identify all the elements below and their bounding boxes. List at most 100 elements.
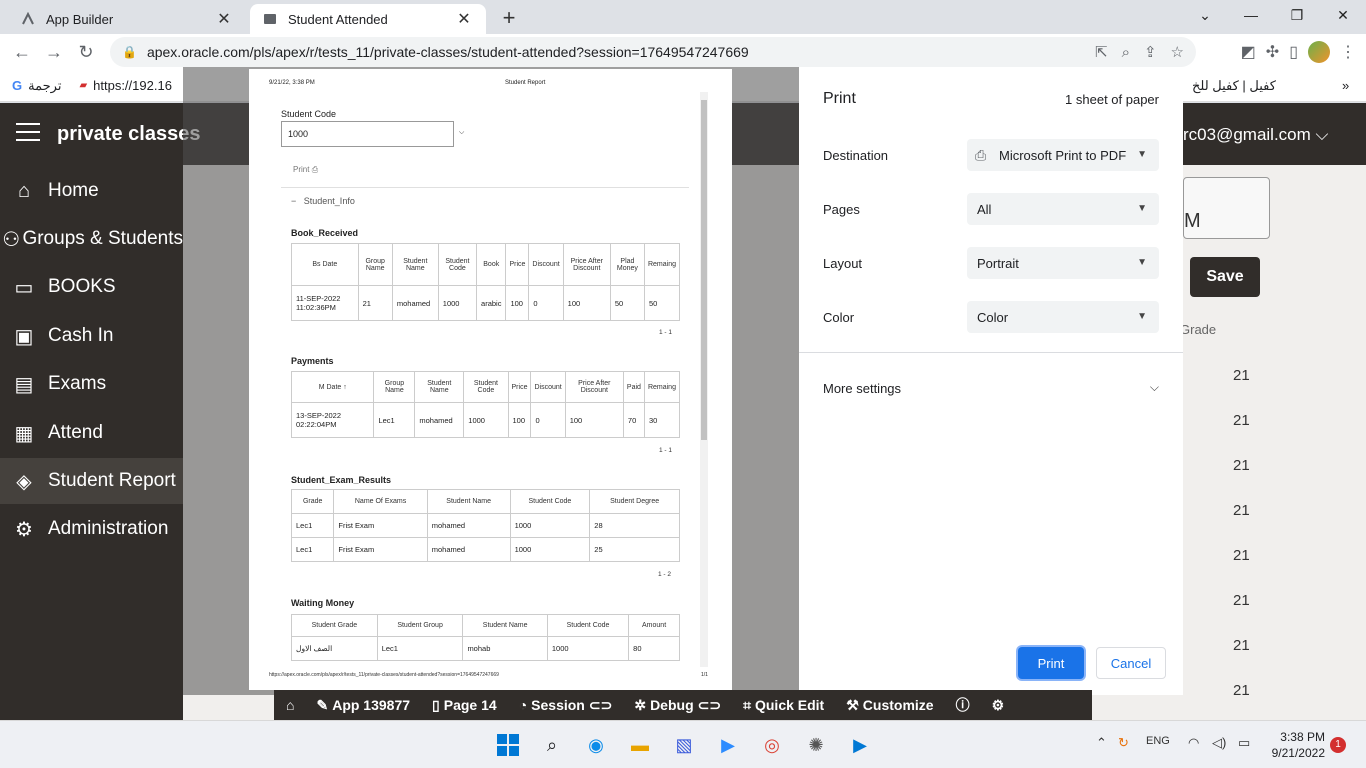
dev-page-button[interactable]: ▯ Page 14 xyxy=(432,697,497,714)
column-header: Student Name xyxy=(462,614,548,637)
toggle-icon: ⊂⊃ xyxy=(588,696,613,713)
address-bar[interactable]: 🔒 apex.oracle.com/pls/apex/r/tests_11/pr… xyxy=(110,37,1196,67)
close-tab-icon[interactable]: ✕ xyxy=(454,9,474,29)
table-cell: 70 xyxy=(622,402,645,438)
grade-cell: 21 xyxy=(1233,367,1250,384)
media-player-icon[interactable]: ▶ xyxy=(846,731,874,759)
clock-date: 9/21/2022 xyxy=(1271,746,1325,760)
column-header: Student Name xyxy=(414,371,465,403)
nav-item-groups-students[interactable]: ⚇ Groups & Students xyxy=(0,216,183,262)
document-icon: ▤ xyxy=(14,373,34,396)
nav-label: Student Report xyxy=(48,470,176,491)
bookmark-ip[interactable]: ▰ https://192.16 xyxy=(79,78,171,93)
clock-time: 3:38 PM xyxy=(1280,730,1325,744)
book-icon: ▭ xyxy=(14,276,34,299)
print-button[interactable]: Print xyxy=(1018,647,1084,679)
volume-icon[interactable]: ◁) xyxy=(1212,735,1226,751)
windows-start-icon[interactable] xyxy=(494,731,522,759)
brush-icon: ⚒ xyxy=(846,696,859,713)
dev-debug-button[interactable]: ✲ Debug ⊂⊃ xyxy=(634,697,721,714)
info-icon[interactable]: ⓘ xyxy=(956,695,970,715)
nav-item-home[interactable]: ⌂ Home xyxy=(0,168,183,214)
more-settings-toggle[interactable]: More settings xyxy=(823,381,901,396)
extension-icon[interactable]: ◩ xyxy=(1241,42,1256,62)
back-icon[interactable]: ← xyxy=(6,36,38,68)
tab-search-icon[interactable]: ⌄ xyxy=(1182,0,1228,30)
color-select[interactable]: Color ▼ xyxy=(967,301,1159,333)
close-window-icon[interactable]: ✕ xyxy=(1320,0,1366,30)
tray-overflow-icon[interactable]: ⌃ xyxy=(1096,735,1107,751)
tray-app-icon[interactable]: ↻ xyxy=(1118,735,1129,751)
exam-results-title: Student_Exam_Results xyxy=(291,475,392,485)
new-tab-icon[interactable]: + xyxy=(498,5,520,31)
open-in-app-icon[interactable]: ⇱ xyxy=(1095,43,1108,61)
dev-session-button[interactable]: ◔ Session ⊂⊃ xyxy=(519,697,613,714)
minimize-icon[interactable]: — xyxy=(1228,0,1274,30)
destination-select[interactable]: ⎙ Microsoft Print to PDF ▼ xyxy=(967,139,1159,171)
pages-row: Pages All ▼ xyxy=(823,193,1159,225)
table-cell: 50 xyxy=(643,285,681,321)
bookmark-translate[interactable]: G ترجمة xyxy=(12,78,61,94)
zoom-app-icon[interactable]: ▶ xyxy=(714,731,742,759)
save-button[interactable]: Save xyxy=(1190,257,1260,297)
nav-item-administration[interactable]: ⚙ Administration xyxy=(0,506,183,552)
dev-customize-button[interactable]: ⚒ Customize xyxy=(846,697,933,714)
table-cell: 1000 xyxy=(463,402,509,438)
wifi-icon[interactable]: ◠ xyxy=(1188,735,1199,751)
settings-gear-icon[interactable]: ⚙ xyxy=(992,697,1005,714)
waiting-money-table: Student Grade Student Group Student Name… xyxy=(291,614,680,661)
visual-studio-icon[interactable]: ▧ xyxy=(670,731,698,759)
column-header: Name Of Exams xyxy=(333,489,428,514)
bookmark-star-icon[interactable]: ☆ xyxy=(1171,43,1184,61)
bookmark-kafeel[interactable]: كفيل | كفيل للخ xyxy=(1192,78,1276,94)
language-indicator[interactable]: ENG xyxy=(1146,735,1170,747)
preview-scroll-thumb[interactable] xyxy=(701,100,707,440)
file-explorer-icon[interactable]: ▬ xyxy=(626,731,654,759)
restore-icon[interactable]: ❐ xyxy=(1274,0,1320,30)
cancel-button[interactable]: Cancel xyxy=(1096,647,1166,679)
system-clock[interactable]: 3:38 PM 9/21/2022 xyxy=(1265,729,1325,761)
nav-item-exams[interactable]: ▤ Exams xyxy=(0,361,183,407)
reload-icon[interactable]: ↻ xyxy=(70,36,102,68)
url-text: apex.oracle.com/pls/apex/r/tests_11/priv… xyxy=(146,44,749,60)
menu-kebab-icon[interactable]: ⋮ xyxy=(1340,42,1356,62)
nav-item-attend[interactable]: ▦ Attend xyxy=(0,410,183,456)
pages-select[interactable]: All ▼ xyxy=(967,193,1159,225)
side-panel-icon[interactable]: ▯ xyxy=(1289,42,1298,62)
column-header: Book xyxy=(476,243,507,286)
table-cell: 25 xyxy=(589,537,680,562)
app-title[interactable]: private classes xyxy=(57,123,200,146)
forward-icon[interactable]: → xyxy=(38,36,70,68)
notification-badge[interactable]: 1 xyxy=(1330,737,1346,753)
dev-quick-edit-button[interactable]: ⌗ Quick Edit xyxy=(743,697,824,714)
user-menu[interactable]: rc03@gmail.com ⌵ xyxy=(1183,125,1328,145)
battery-icon[interactable]: ▭ xyxy=(1238,735,1250,751)
nav-item-cash-in[interactable]: ▣ Cash In xyxy=(0,313,183,359)
edge-browser-icon[interactable]: ◉ xyxy=(582,731,610,759)
bookmark-label: ترجمة xyxy=(28,77,62,93)
nav-item-student-report[interactable]: ◈ Student Report xyxy=(0,458,183,504)
share-icon[interactable]: ⇪ xyxy=(1144,43,1157,61)
profile-avatar[interactable] xyxy=(1308,41,1330,63)
zoom-icon[interactable]: ⌕ xyxy=(1122,44,1130,61)
hamburger-menu-icon[interactable] xyxy=(16,123,40,141)
table-cell: 28 xyxy=(589,513,680,538)
extensions-puzzle-icon[interactable]: ✣ xyxy=(1266,42,1279,62)
dev-home-icon[interactable]: ⌂ xyxy=(286,697,294,713)
nav-item-books[interactable]: ▭ BOOKS xyxy=(0,264,183,310)
layout-select[interactable]: Portrait ▼ xyxy=(967,247,1159,279)
tab-app-builder[interactable]: App Builder ✕ xyxy=(8,4,246,34)
search-icon[interactable]: ⌕ xyxy=(538,731,566,759)
printer-icon: ⎙ xyxy=(975,147,987,163)
tab-student-attended[interactable]: Student Attended ✕ xyxy=(250,4,486,34)
chrome-icon[interactable]: ◎ xyxy=(758,731,786,759)
close-tab-icon[interactable]: ✕ xyxy=(214,9,234,29)
app-icon[interactable]: ✺ xyxy=(802,731,830,759)
preview-header-title: Student Report xyxy=(505,80,546,86)
bookmarks-overflow-icon[interactable]: » xyxy=(1342,78,1349,93)
chevron-down-icon[interactable]: ⌵ xyxy=(1150,380,1159,395)
book-received-table: Bs Date Group Name Student Name Student … xyxy=(291,243,681,321)
dev-app-button[interactable]: ✎ App 139877 xyxy=(316,697,410,714)
table-cell: 1000 xyxy=(509,513,591,538)
column-header: Student Code xyxy=(437,243,478,286)
